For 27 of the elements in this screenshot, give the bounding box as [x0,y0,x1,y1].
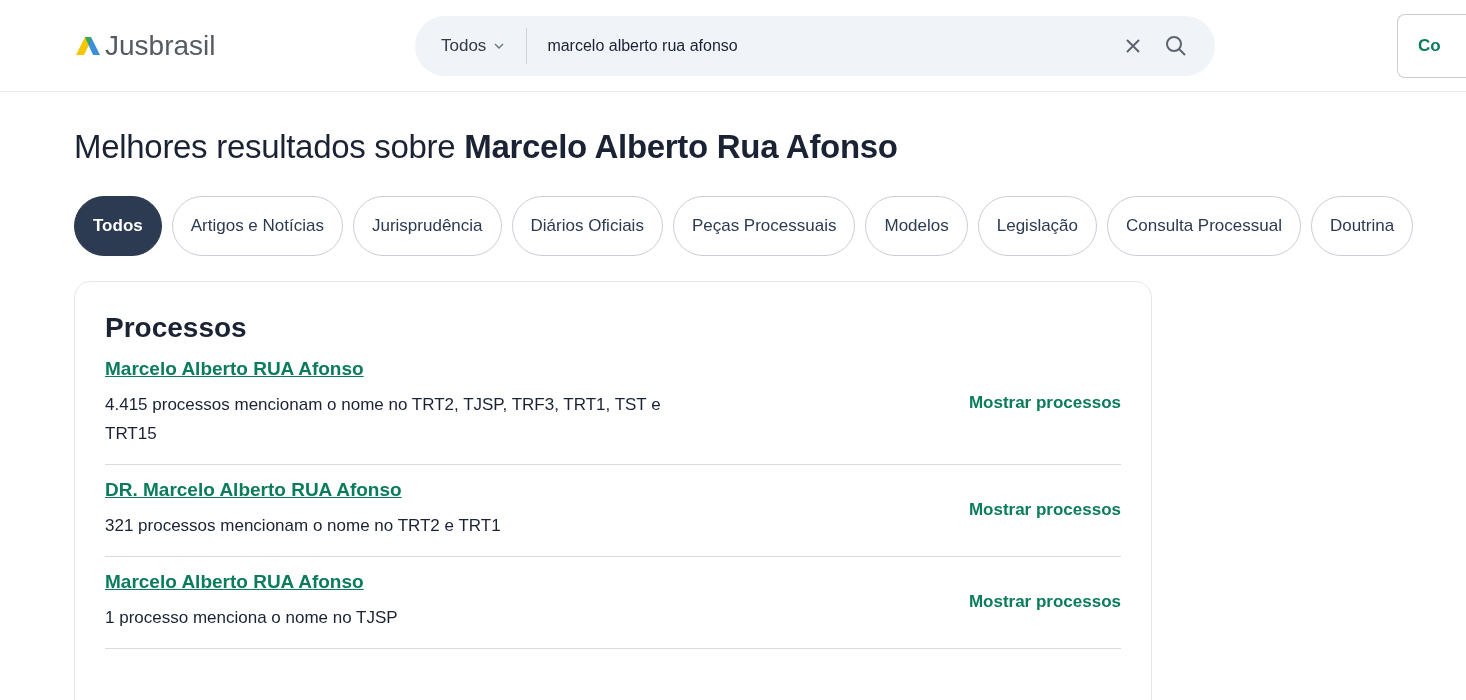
search-icon [1165,34,1187,57]
filter-chip[interactable]: Modelos [865,196,968,256]
filter-chip[interactable]: Doutrina [1310,196,1414,256]
card-title: Processos [105,312,248,344]
search-field[interactable]: Todos marcelo alberto rua afonso [415,15,1215,76]
filter-chip[interactable]: Peças Processuais [672,196,856,256]
logo-text[interactable]: Jusbrasil [105,29,216,62]
process-count: 321 processos mencionam o nome no TRT2 e TRT1 [105,515,502,537]
header-button[interactable]: Co [1397,13,1466,78]
process-count: 1 processo menciona o nome no TJSP [105,607,399,629]
chevron-down-icon [494,42,505,49]
results-heading: Melhores resultados sobre Marcelo Alberto Rua Afonso [74,128,899,166]
close-icon [1125,37,1141,54]
show-processes-link[interactable]: Mostrar processos [968,393,1121,413]
show-processes-link[interactable]: Mostrar processos [968,499,1121,520]
person-link[interactable]: Marcelo Alberto RUA Afonso [105,358,705,380]
filter-chip[interactable]: Diários Oficiais [511,196,663,256]
filter-chip[interactable]: Jurisprudência [352,196,502,256]
show-processes-link[interactable]: Mostrar processos [968,591,1121,612]
person-link[interactable]: DR. Marcelo Alberto RUA Afonso [105,479,705,501]
scope-dropdown[interactable]: Todos [439,27,528,64]
filter-chip[interactable]: Consulta Processual [1107,196,1301,256]
filter-chip[interactable]: Legislação [977,196,1097,256]
filter-chip[interactable]: Todos [74,196,162,256]
process-count: 4.415 processos mencionam o nome no TRT2, TJSP, TRF3, TRT1, TST e TRT15 [105,394,662,445]
filter-chip[interactable]: Artigos e Notícias [171,196,343,256]
person-link[interactable]: Marcelo Alberto RUA Afonso [105,571,705,593]
